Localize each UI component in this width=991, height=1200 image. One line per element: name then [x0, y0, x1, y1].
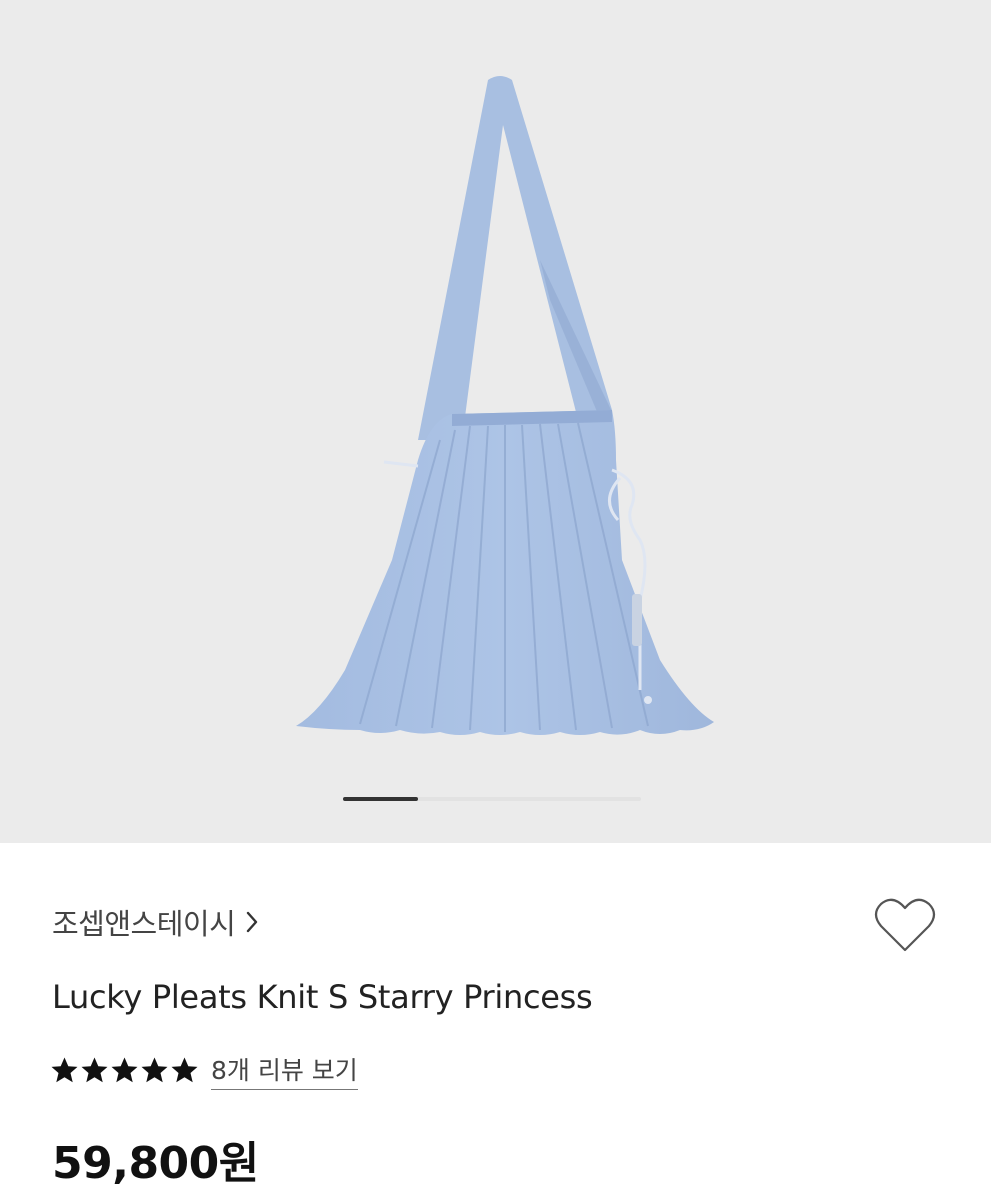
product-title: Lucky Pleats Knit S Starry Princess — [52, 978, 593, 1016]
gallery-pager — [343, 797, 641, 801]
gallery-pager-indicator — [343, 797, 418, 801]
brand-link[interactable]: 조셉앤스테이시 — [52, 902, 259, 942]
brand-name: 조셉앤스테이시 — [52, 907, 236, 941]
wishlist-button[interactable] — [870, 896, 940, 958]
heart-outline-icon — [873, 896, 937, 958]
star-filled-icon — [110, 1056, 139, 1085]
product-detail-page: 조셉앤스테이시 Lucky Pleats Knit S Starry Princ… — [0, 0, 991, 1200]
product-photo — [296, 76, 714, 735]
product-image-gallery[interactable] — [0, 0, 991, 843]
rating-row: 8개 리뷰 보기 — [50, 1050, 358, 1090]
rating-stars — [50, 1056, 199, 1085]
chevron-right-icon — [245, 910, 259, 934]
product-price: 59,800원 — [52, 1138, 259, 1189]
star-filled-icon — [80, 1056, 109, 1085]
star-filled-icon — [170, 1056, 199, 1085]
view-reviews-link[interactable]: 8개 리뷰 보기 — [211, 1051, 358, 1090]
star-filled-icon — [140, 1056, 169, 1085]
star-filled-icon — [50, 1056, 79, 1085]
